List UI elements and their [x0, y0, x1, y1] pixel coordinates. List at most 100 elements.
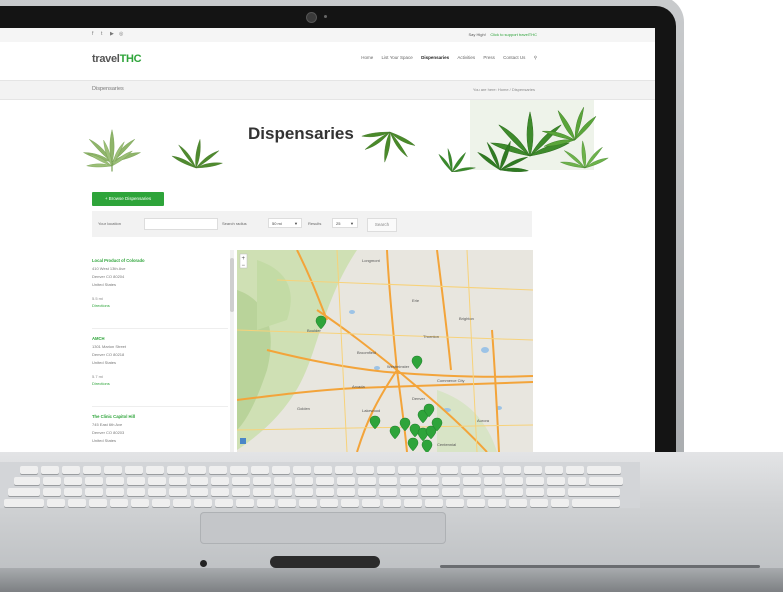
map-pin[interactable] — [407, 437, 419, 452]
listing-country: United States — [92, 282, 117, 287]
site-header: travelTHC Home List Your Space Dispensar… — [0, 42, 655, 80]
listing-name[interactable]: AMCH — [92, 336, 226, 341]
list-item[interactable]: AMCH 1301 Marion Street Denver CO 80218 … — [92, 336, 226, 386]
map-label-golden: Golden — [297, 406, 310, 411]
results-select[interactable]: 25 ▼ — [332, 218, 358, 228]
keyboard — [0, 462, 640, 508]
list-item[interactable]: Local Product of Colorado 410 West 13th … — [92, 258, 226, 308]
listing-city: Denver CO 80218 — [92, 352, 125, 357]
search-button[interactable]: Search — [367, 218, 397, 232]
listing-address: 1301 Marion Street — [92, 344, 127, 349]
location-input[interactable] — [144, 218, 218, 230]
nav-list-your-space[interactable]: List Your Space — [382, 55, 413, 60]
chevron-down-icon: ▼ — [294, 221, 298, 226]
map-pin[interactable] — [399, 417, 411, 432]
map-label-longmont: Longmont — [362, 258, 381, 263]
laptop-front-edge — [0, 568, 783, 592]
site-logo[interactable]: travelTHC — [92, 53, 142, 65]
listing-address: 745 East 6th Ave — [92, 422, 123, 427]
pegman-icon[interactable] — [240, 438, 246, 444]
map-zoom-control[interactable]: + − — [239, 253, 248, 269]
dispensary-list[interactable]: Local Product of Colorado 410 West 13th … — [92, 250, 228, 452]
instagram-icon[interactable]: ◎ — [119, 31, 123, 37]
breadcrumb: You are here: Home / Dispensaries — [472, 87, 535, 92]
divider — [92, 406, 228, 407]
map-label-erie: Erie — [412, 298, 420, 303]
listing-distance: 5.5 mi — [92, 296, 103, 301]
utility-links: Say High! Click to support travelTHC — [469, 32, 537, 37]
vent-slot — [440, 565, 760, 568]
zoom-in-button[interactable]: + — [242, 256, 246, 262]
twitter-icon[interactable]: t — [101, 31, 102, 37]
hero-banner: Dispensaries — [0, 100, 655, 172]
nav-press[interactable]: Press — [483, 55, 495, 60]
map-label-westminster: Westminster — [387, 364, 410, 369]
search-icon[interactable]: ⚲ — [534, 55, 537, 60]
radius-value: 50 mi — [272, 221, 282, 226]
webcam-icon — [306, 12, 317, 23]
banner-title: Dispensaries — [248, 124, 354, 143]
location-label: Your location — [98, 221, 121, 226]
listing-name[interactable]: The Clinic Capitol Hill — [92, 414, 226, 419]
map-label-arvada: Arvada — [352, 384, 365, 389]
youtube-icon[interactable]: ▶ — [110, 31, 114, 37]
directions-link[interactable]: Directions — [92, 303, 226, 308]
map-label-lakewood: Lakewood — [362, 408, 380, 413]
map-canvas[interactable]: Longmont Boulder Brighton Thornton Westm… — [237, 250, 533, 452]
search-form: Your location Search radius 50 mi ▼ Resu… — [92, 211, 532, 237]
listing-distance: 5.7 mi — [92, 374, 103, 379]
main-nav: Home List Your Space Dispensaries Activi… — [354, 55, 537, 61]
zoom-out-button[interactable]: − — [242, 263, 246, 269]
say-high-link[interactable]: Say High! — [469, 32, 486, 37]
trackpad[interactable] — [200, 512, 446, 544]
listing-city: Denver CO 80203 — [92, 430, 125, 435]
listing-country: United States — [92, 438, 117, 443]
nav-contact-us[interactable]: Contact Us — [503, 55, 525, 60]
results-label: Results — [308, 221, 322, 226]
logo-brand: THC — [119, 53, 142, 65]
map-label-thornton: Thornton — [423, 334, 439, 339]
map-label-denver: Denver — [412, 396, 426, 401]
nav-dispensaries[interactable]: Dispensaries — [421, 55, 449, 60]
chevron-down-icon: ▼ — [350, 221, 354, 226]
radius-label: Search radius — [222, 221, 247, 226]
facebook-icon[interactable]: f — [92, 31, 93, 37]
map-label-commerce-city: Commerce City — [437, 378, 465, 383]
map-label-brighton: Brighton — [459, 316, 474, 321]
listing-name[interactable]: Local Product of Colorado — [92, 258, 226, 263]
map-lake — [349, 310, 355, 314]
list-scrollbar-thumb[interactable] — [230, 258, 234, 312]
map-pin[interactable] — [411, 355, 423, 370]
map-label-boulder: Boulder — [307, 328, 321, 333]
results-value: 25 — [336, 221, 341, 226]
map-pin[interactable] — [369, 415, 381, 430]
map-lake — [481, 347, 489, 353]
dispensary-map[interactable]: Longmont Boulder Brighton Thornton Westm… — [237, 250, 533, 452]
map-label-aurora: Aurora — [477, 418, 490, 423]
divider — [92, 328, 228, 329]
listing-address: 410 West 13th Ave — [92, 266, 126, 271]
nav-activities[interactable]: Activities — [457, 55, 475, 60]
directions-link[interactable]: Directions — [92, 381, 226, 386]
listing-city: Denver CO 80204 — [92, 274, 125, 279]
utility-bar: f t ▶ ◎ Say High! Click to support trave… — [0, 28, 655, 43]
laptop-screen: f t ▶ ◎ Say High! Click to support trave… — [0, 28, 655, 452]
map-lake — [374, 366, 380, 370]
browse-dispensaries-button[interactable]: + Browse Dispensaries — [92, 192, 164, 206]
listing-country: United States — [92, 360, 117, 365]
nav-home[interactable]: Home — [361, 55, 373, 60]
list-item[interactable]: The Clinic Capitol Hill 745 East 6th Ave… — [92, 414, 226, 443]
logo-text-part: trav — [92, 53, 111, 65]
page-title: Dispensaries — [92, 86, 124, 92]
sleep-indicator-icon — [200, 560, 207, 567]
lid-latch — [270, 556, 380, 568]
map-pin[interactable] — [421, 439, 433, 452]
map-label-centennial: Centennial — [437, 442, 456, 447]
logo-text-part: el — [110, 53, 120, 65]
support-link[interactable]: Click to support travelTHC — [490, 32, 537, 37]
map-pin[interactable] — [389, 425, 401, 440]
map-label-broomfield: Broomfield — [357, 350, 376, 355]
page-title-bar: Dispensaries You are here: Home / Dispen… — [0, 80, 655, 100]
webcam-indicator — [324, 15, 327, 18]
radius-select[interactable]: 50 mi ▼ — [268, 218, 302, 228]
